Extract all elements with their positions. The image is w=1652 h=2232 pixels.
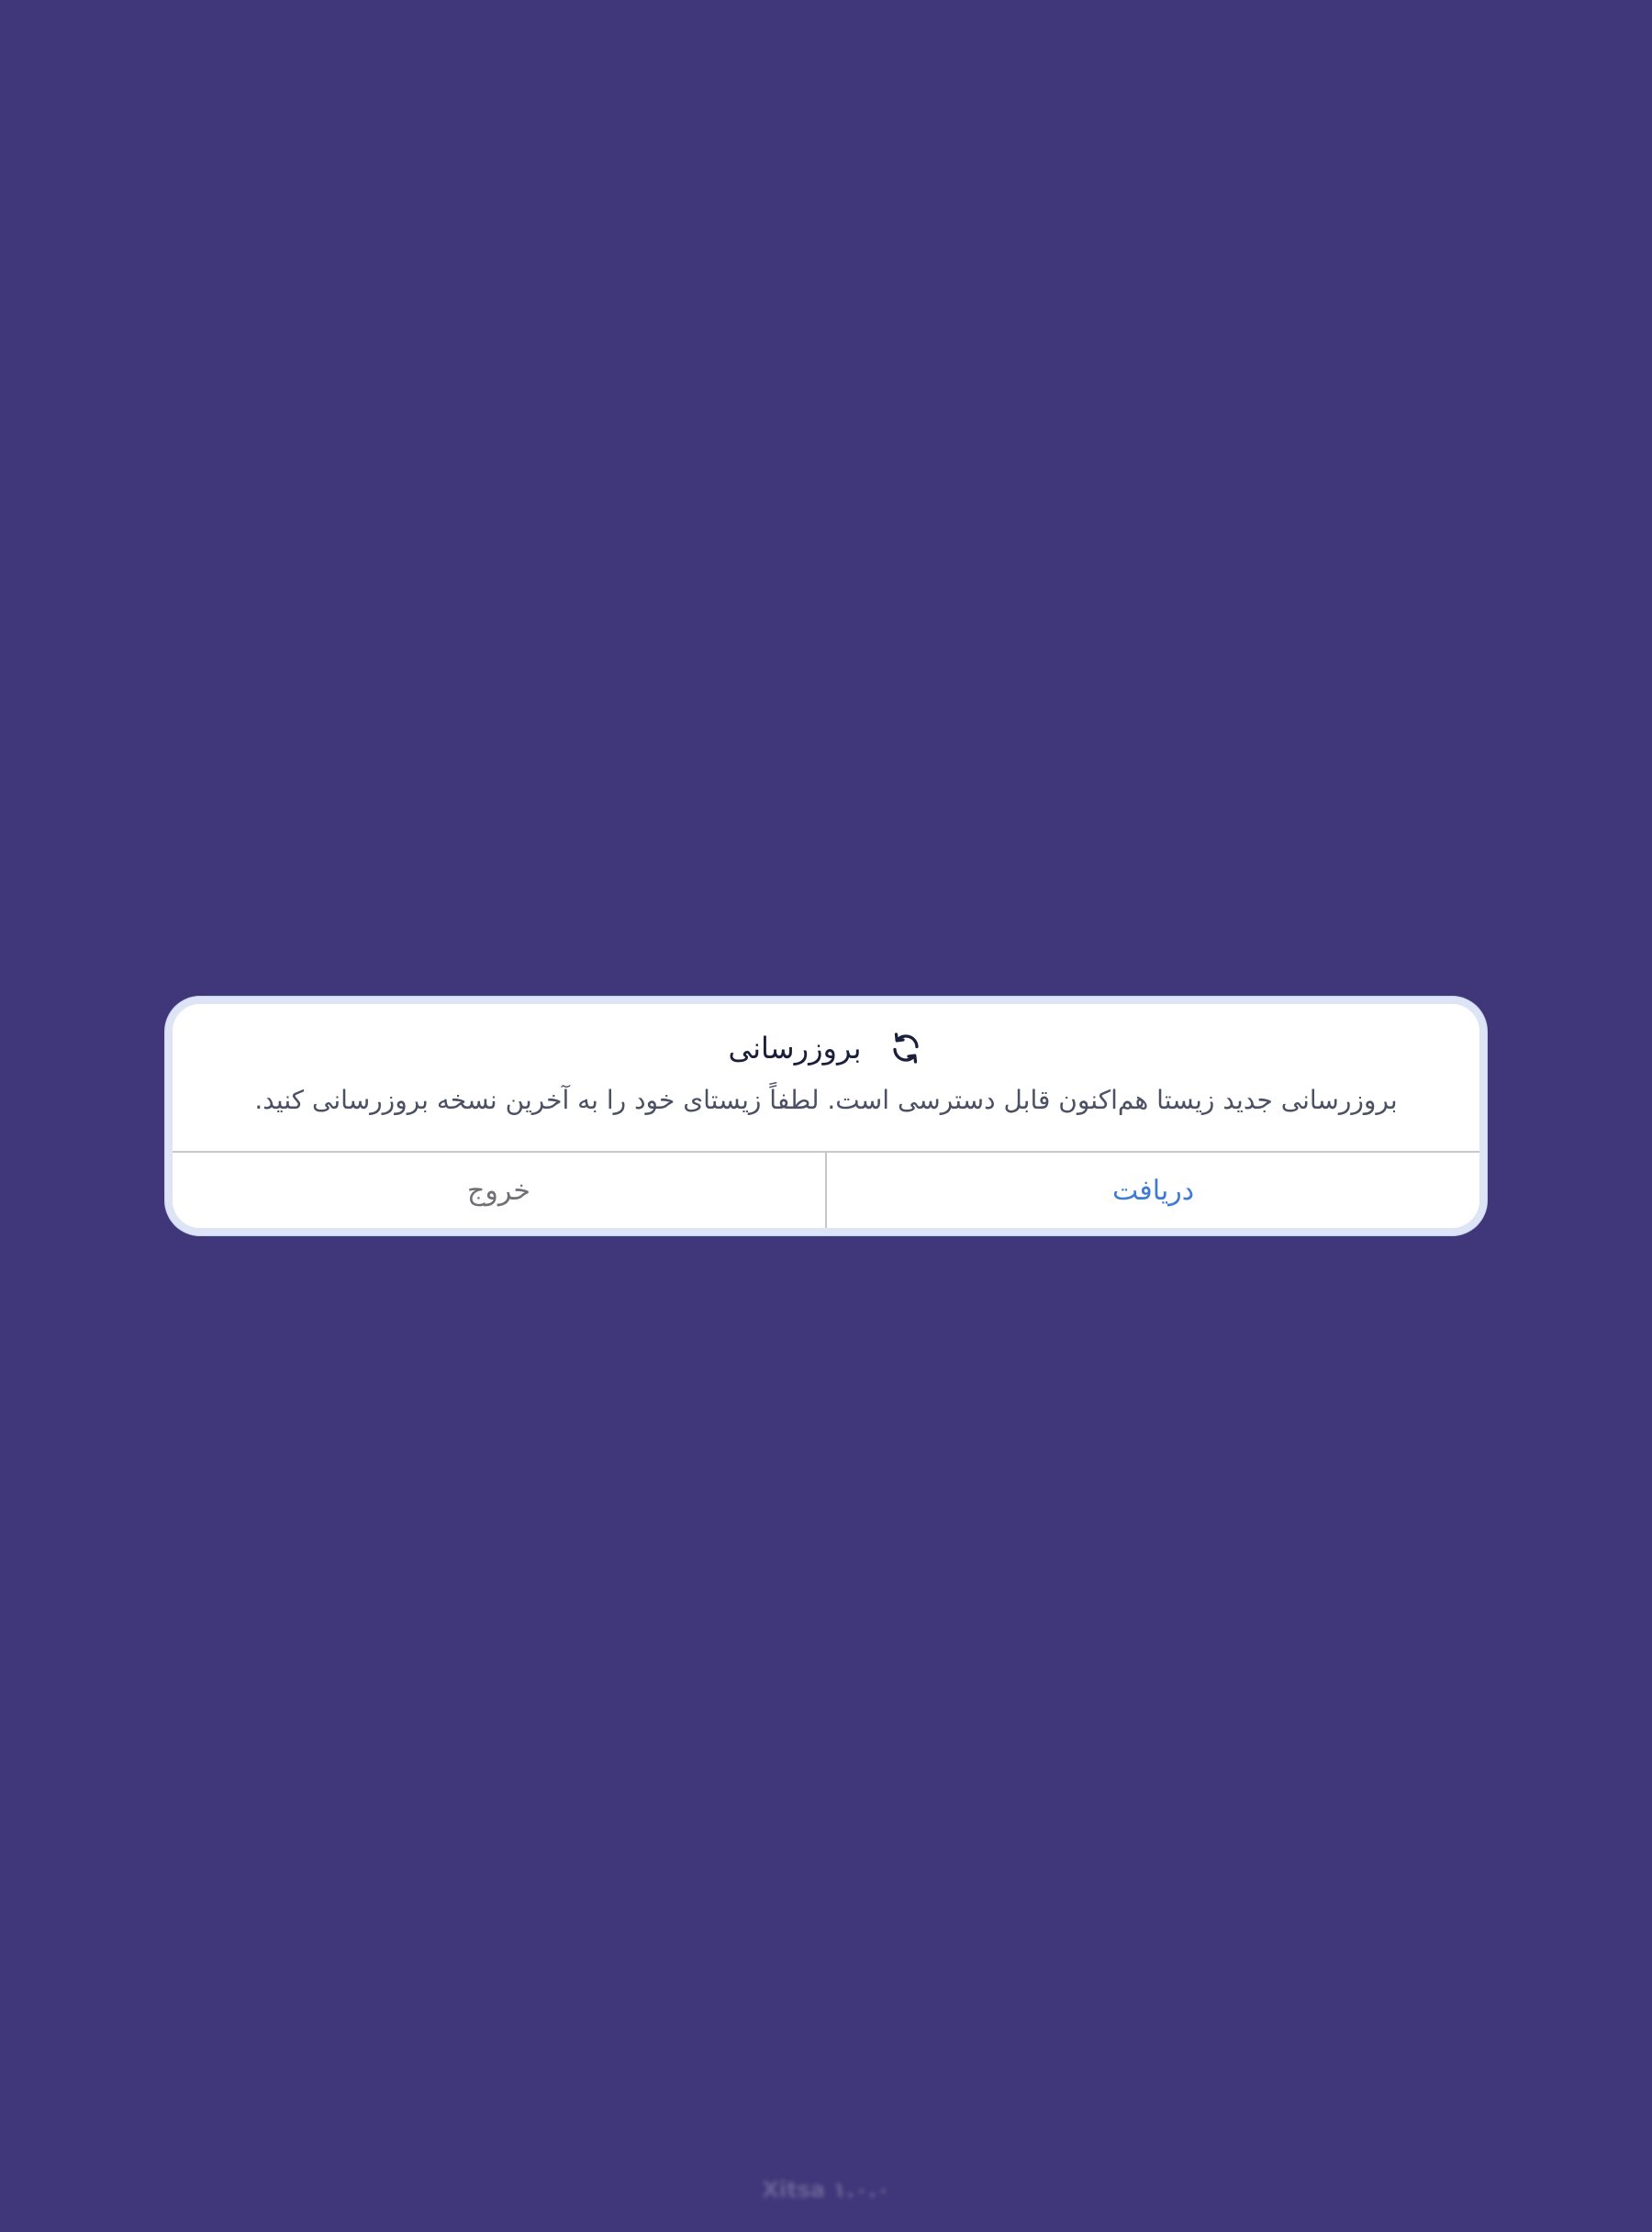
- dialog-actions: دریافت خروج: [173, 1151, 1479, 1228]
- version-label: Xitsa ۱.۰.۰: [762, 2177, 890, 2203]
- refresh-icon: [887, 1030, 924, 1066]
- dialog-header: بروزرسانی: [173, 1024, 1479, 1072]
- update-dialog: بروزرسانی بروزرسانی جدید زیستا هم‌اکنون …: [165, 997, 1487, 1235]
- dialog-message: بروزرسانی جدید زیستا هم‌اکنون قابل دسترس…: [254, 1085, 1398, 1115]
- dialog-title: بروزرسانی: [728, 1031, 862, 1066]
- download-button[interactable]: دریافت: [825, 1153, 1479, 1228]
- exit-button[interactable]: خروج: [173, 1153, 825, 1228]
